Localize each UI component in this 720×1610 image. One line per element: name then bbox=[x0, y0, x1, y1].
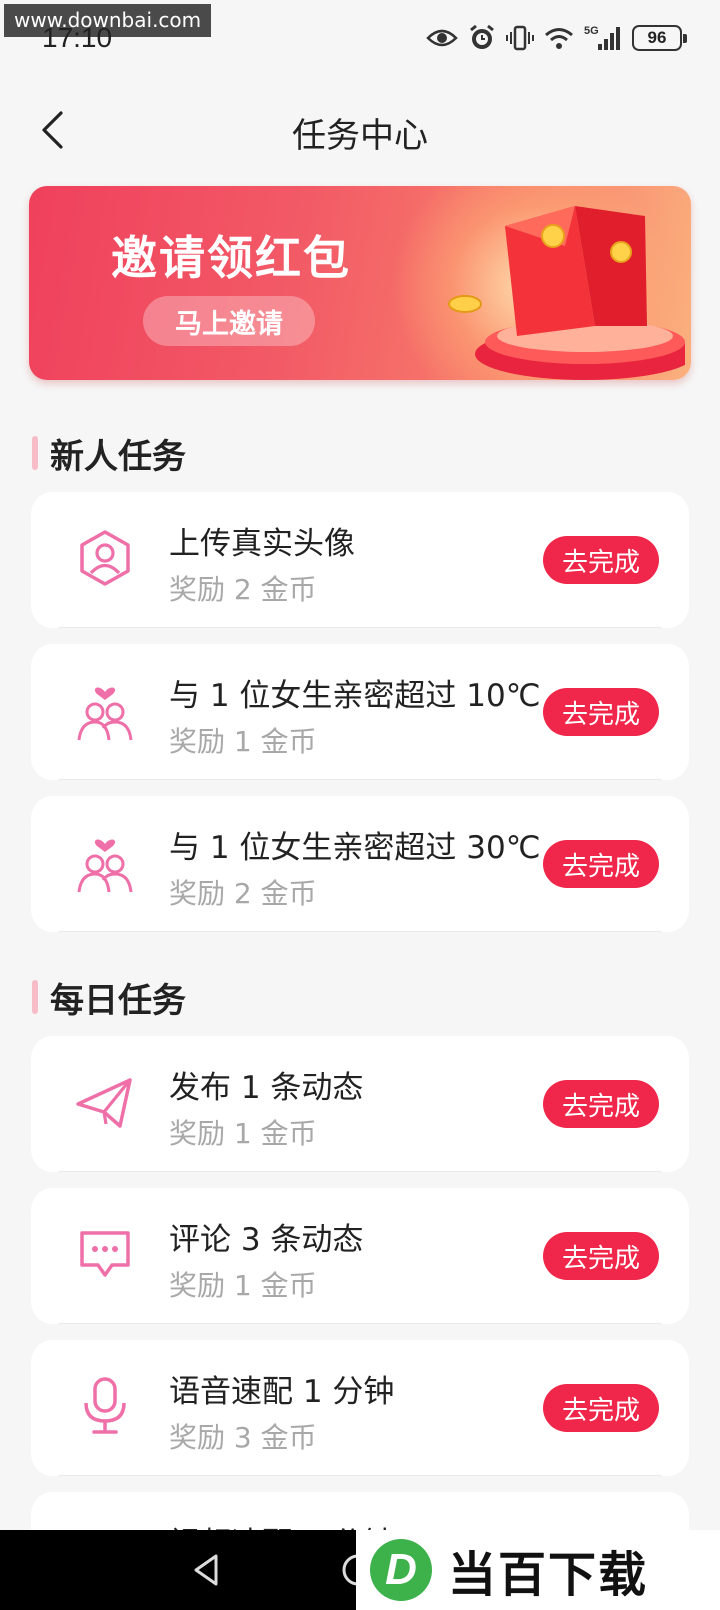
task-reward: 奖励 2 金币 bbox=[169, 573, 317, 606]
complete-task-button[interactable]: 去完成 bbox=[543, 688, 659, 736]
task-card: 评论 3 条动态 奖励 1 金币 去完成 bbox=[31, 1188, 689, 1324]
complete-task-button[interactable]: 去完成 bbox=[543, 840, 659, 888]
divider bbox=[59, 1475, 661, 1476]
section-header-newbie: 新人任务 bbox=[32, 428, 186, 478]
task-reward: 奖励 1 金币 bbox=[169, 1117, 317, 1150]
status-icons: 5G 96 bbox=[426, 24, 687, 52]
task-title: 评论 3 条动态 bbox=[169, 1222, 364, 1258]
paper-plane-icon bbox=[69, 1066, 141, 1138]
nav-back-icon[interactable] bbox=[186, 1550, 226, 1590]
alarm-icon bbox=[470, 24, 494, 49]
divider bbox=[59, 627, 661, 628]
logo-text: 当百下载 bbox=[448, 1547, 649, 1603]
section-title: 每日任务 bbox=[50, 980, 186, 1021]
divider bbox=[59, 1171, 661, 1172]
invite-banner[interactable]: 邀请领红包 马上邀请 bbox=[29, 186, 691, 380]
page-title: 任务中心 bbox=[292, 116, 428, 156]
svg-text:5G: 5G bbox=[584, 25, 599, 37]
invite-now-button[interactable]: 马上邀请 bbox=[143, 296, 315, 346]
section-title: 新人任务 bbox=[50, 436, 186, 477]
avatar-hexagon-icon bbox=[69, 522, 141, 594]
task-title: 与 1 位女生亲密超过 10℃ bbox=[169, 678, 541, 714]
divider bbox=[59, 931, 661, 932]
task-card: 与 1 位女生亲密超过 10℃ 奖励 1 金币 去完成 bbox=[31, 644, 689, 780]
section-header-daily: 每日任务 bbox=[32, 972, 186, 1022]
complete-task-button[interactable]: 去完成 bbox=[543, 1384, 659, 1432]
complete-task-button[interactable]: 去完成 bbox=[543, 536, 659, 584]
divider bbox=[59, 779, 661, 780]
task-title: 语音速配 1 分钟 bbox=[169, 1374, 395, 1410]
signal-5g-icon: 5G bbox=[584, 25, 620, 50]
vibrate-icon bbox=[506, 25, 534, 51]
couple-heart-icon bbox=[69, 826, 141, 898]
complete-task-button[interactable]: 去完成 bbox=[543, 1080, 659, 1128]
complete-task-button[interactable]: 去完成 bbox=[543, 1232, 659, 1280]
task-reward: 奖励 2 金币 bbox=[169, 877, 317, 910]
banner-title: 邀请领红包 bbox=[111, 231, 351, 285]
task-card: 上传真实头像 奖励 2 金币 去完成 bbox=[31, 492, 689, 628]
divider bbox=[59, 1323, 661, 1324]
logo-mark: D bbox=[370, 1539, 432, 1601]
section-accent-bar bbox=[32, 436, 38, 470]
task-reward: 奖励 1 金币 bbox=[169, 725, 317, 758]
task-title: 上传真实头像 bbox=[169, 526, 355, 562]
wifi-icon bbox=[545, 28, 573, 49]
task-title: 发布 1 条动态 bbox=[169, 1070, 364, 1106]
site-logo-watermark: D 当百下载 bbox=[356, 1530, 720, 1610]
task-title: 与 1 位女生亲密超过 30℃ bbox=[169, 830, 541, 866]
task-reward: 奖励 3 金币 bbox=[169, 1421, 317, 1454]
status-bar: www.downbai.com 17:10 5G 96 bbox=[0, 0, 720, 80]
task-card: 与 1 位女生亲密超过 30℃ 奖励 2 金币 去完成 bbox=[31, 796, 689, 932]
status-time: 17:10 bbox=[42, 22, 113, 53]
red-envelope-illustration bbox=[448, 206, 685, 380]
task-card: 发布 1 条动态 奖励 1 金币 去完成 bbox=[31, 1036, 689, 1172]
task-card: 语音速配 1 分钟 奖励 3 金币 去完成 bbox=[31, 1340, 689, 1476]
couple-heart-icon bbox=[69, 674, 141, 746]
task-reward: 奖励 1 金币 bbox=[169, 1269, 317, 1302]
eye-icon bbox=[426, 29, 458, 47]
battery-indicator: 96 bbox=[632, 25, 687, 51]
microphone-icon bbox=[69, 1370, 141, 1442]
section-accent-bar bbox=[32, 980, 38, 1014]
comment-bubble-icon bbox=[69, 1218, 141, 1290]
header: 任务中心 bbox=[0, 90, 720, 170]
